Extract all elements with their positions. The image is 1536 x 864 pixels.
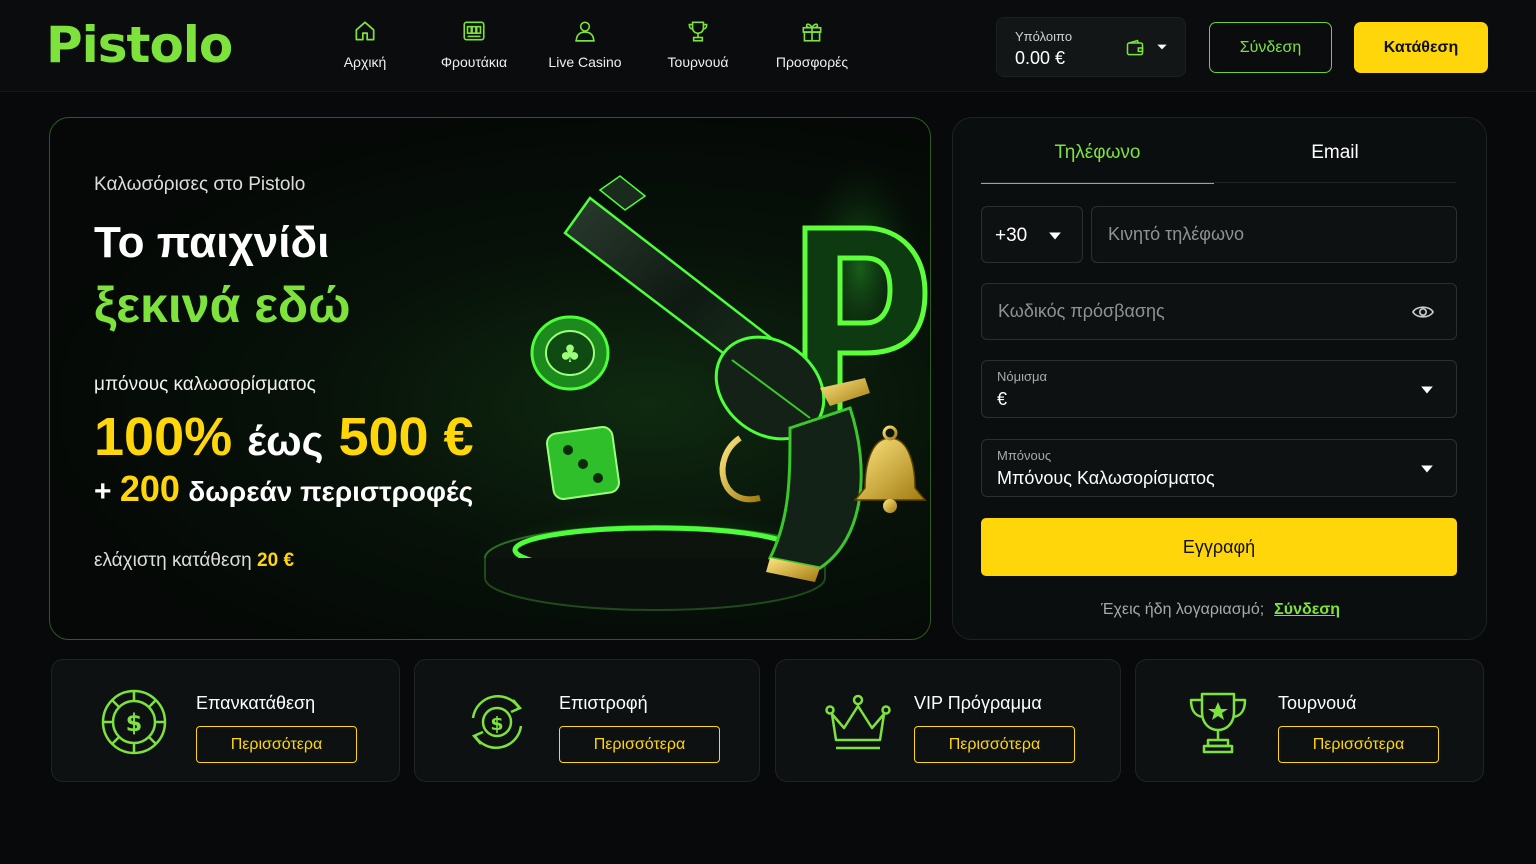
top-header: Pistolo Αρχική Φρουτάκια Live Casino Του…	[0, 0, 1536, 92]
nav-label: Τουρνουά	[667, 54, 729, 70]
nav-label: Live Casino	[548, 54, 622, 70]
card-title: Επιστροφή	[559, 693, 648, 713]
site-logo[interactable]: Pistolo	[46, 16, 233, 74]
bonus-select[interactable]: Μπόνους Μπόνους Καλωσορίσματος	[981, 439, 1457, 497]
nav-label: Προσφορές	[775, 54, 849, 70]
hero-bonus-amount: 100% έως 500 €	[94, 406, 474, 468]
bonus-upto: έως	[247, 417, 324, 464]
trophy-icon	[688, 21, 708, 42]
min-deposit-value: 20 €	[257, 550, 295, 571]
balance-value: 0.00 €	[1015, 48, 1066, 68]
country-code-select[interactable]: +30	[981, 206, 1083, 263]
nav-item-live-casino[interactable]: Live Casino	[548, 18, 622, 70]
spins-count: 200	[119, 468, 180, 509]
eye-icon[interactable]	[1412, 303, 1434, 321]
nav-item-tournaments[interactable]: Τουρνουά	[622, 18, 774, 70]
crown-icon	[825, 694, 891, 750]
currency-select[interactable]: Νόμισμα €	[981, 360, 1457, 418]
dealer-icon	[575, 21, 595, 42]
registration-form: Τηλέφωνο Email +30 Νόμισμα € Μπόνους Μπό…	[952, 117, 1487, 640]
casino-chip-dollar-icon: $	[101, 689, 167, 755]
login-button[interactable]: Σύνδεση	[1209, 22, 1332, 73]
chevron-down-icon	[1049, 232, 1061, 240]
tab-phone[interactable]: Τηλέφωνο	[981, 142, 1214, 184]
min-deposit-label: ελάχιστη κατάθεση	[94, 550, 252, 571]
gift-icon	[802, 23, 822, 42]
bonus-amount: 500 €	[338, 407, 474, 467]
card-vip: VIP Πρόγραμμα Περισσότερα	[775, 659, 1121, 782]
password-input[interactable]	[982, 284, 1456, 339]
nav-label: Αρχική	[343, 54, 387, 70]
currency-value: €	[997, 389, 1008, 409]
login-prompt: Έχεις ήδη λογαριασμό; Σύνδεση	[953, 601, 1488, 619]
nav-item-promotions[interactable]: Προσφορές	[774, 18, 850, 70]
chevron-down-icon	[1421, 465, 1433, 473]
svg-text:♣: ♣	[559, 340, 581, 368]
phone-input[interactable]	[1092, 207, 1456, 262]
home-icon	[355, 21, 375, 41]
main-nav: Αρχική Φρουτάκια Live Casino Τουρνουά Πρ…	[330, 18, 850, 70]
bonus-label: Μπόνους	[997, 448, 1052, 463]
has-account-text: Έχεις ήδη λογαριασμό;	[1100, 601, 1265, 618]
spins-plus: +	[94, 475, 112, 508]
more-button[interactable]: Περισσότερα	[914, 726, 1075, 763]
cashback-icon: $	[471, 694, 523, 750]
card-tournaments: Τουρνουά Περισσότερα	[1135, 659, 1484, 782]
register-button[interactable]: Εγγραφή	[981, 518, 1457, 576]
tab-email[interactable]: Email	[1214, 142, 1456, 182]
bonus-value: Μπόνους Καλωσορίσματος	[997, 468, 1215, 488]
hero-revolver-illustration: ♣	[470, 158, 928, 611]
hero-banner: Καλωσόρισες στο Pistolo Το παιχνίδι ξεκι…	[49, 117, 931, 640]
bonus-percent: 100%	[94, 407, 233, 467]
more-button[interactable]: Περισσότερα	[196, 726, 357, 763]
spins-text: δωρεάν περιστροφές	[188, 476, 474, 507]
svg-text:$: $	[126, 709, 143, 737]
phone-field[interactable]	[1091, 206, 1457, 263]
chevron-down-icon	[1421, 386, 1433, 394]
slot-machine-icon	[463, 21, 485, 41]
password-field[interactable]	[981, 283, 1457, 340]
currency-label: Νόμισμα	[997, 369, 1048, 384]
card-reload: $ Επανκατάθεση Περισσότερα	[51, 659, 400, 782]
chevron-down-icon[interactable]	[1155, 40, 1169, 54]
login-link[interactable]: Σύνδεση	[1274, 601, 1340, 618]
nav-item-slots[interactable]: Φρουτάκια	[400, 18, 548, 70]
card-cashback: $ Επιστροφή Περισσότερα	[414, 659, 760, 782]
trophy-icon	[1189, 692, 1247, 754]
hero-min-deposit: ελάχιστη κατάθεση 20 €	[94, 550, 294, 572]
balance-label: Υπόλοιπο	[1015, 29, 1073, 44]
card-title: Επανκατάθεση	[196, 693, 316, 713]
hero-welcome: Καλωσόρισες στο Pistolo	[94, 174, 306, 195]
hero-bonus-label: μπόνους καλωσορίσματος	[94, 374, 316, 395]
tab-divider	[981, 182, 1456, 183]
nav-label: Φρουτάκια	[440, 54, 508, 70]
country-code-value: +30	[995, 225, 1028, 246]
balance-widget[interactable]: Υπόλοιπο 0.00 €	[996, 17, 1186, 77]
hero-title-line1: Το παιχνίδι	[94, 218, 330, 267]
hero-free-spins: + 200 δωρεάν περιστροφές	[94, 468, 473, 510]
more-button[interactable]: Περισσότερα	[559, 726, 720, 763]
svg-text:$: $	[490, 713, 503, 735]
nav-item-home[interactable]: Αρχική	[330, 18, 400, 70]
wallet-icon	[1126, 39, 1144, 56]
hero-title-line2: ξεκινά εδώ	[94, 277, 351, 333]
card-title: VIP Πρόγραμμα	[914, 693, 1042, 713]
deposit-button[interactable]: Κατάθεση	[1354, 22, 1488, 73]
more-button[interactable]: Περισσότερα	[1278, 726, 1439, 763]
card-title: Τουρνουά	[1278, 693, 1357, 713]
